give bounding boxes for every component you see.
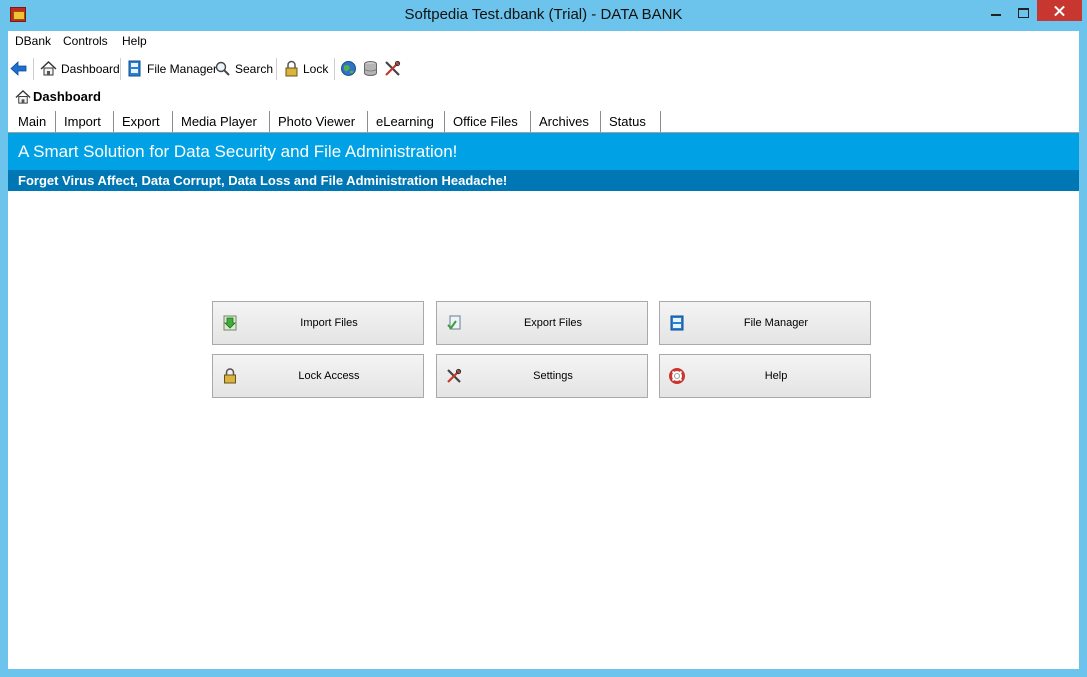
tab-photo-viewer[interactable]: Photo Viewer	[270, 111, 368, 132]
maximize-button[interactable]	[1010, 0, 1036, 22]
import-files-button[interactable]: Import Files	[212, 301, 424, 345]
globe-icon[interactable]	[340, 60, 357, 77]
minimize-button[interactable]	[983, 0, 1009, 22]
back-arrow-icon[interactable]	[10, 60, 27, 77]
help-button[interactable]: Help	[659, 354, 871, 398]
settings-label: Settings	[533, 370, 573, 382]
tab-strip: Main Import Export Media Player Photo Vi…	[8, 111, 1079, 133]
window-title: Softpedia Test.dbank (Trial) - DATA BANK	[404, 6, 683, 23]
home-icon[interactable]	[40, 60, 57, 77]
title-bar[interactable]: Softpedia Test.dbank (Trial) - DATA BANK	[0, 0, 1087, 31]
file-cabinet-icon[interactable]	[126, 60, 143, 77]
toolbar-separator	[120, 58, 121, 80]
banner-headline: A Smart Solution for Data Security and F…	[8, 133, 1079, 170]
toolbar-separator	[276, 58, 277, 80]
toolbar-dashboard-button[interactable]: Dashboard	[61, 61, 120, 77]
database-icon[interactable]	[362, 60, 379, 77]
help-label: Help	[764, 370, 788, 382]
tab-media-player[interactable]: Media Player	[173, 111, 270, 132]
tab-elearning[interactable]: eLearning	[368, 111, 445, 132]
padlock-icon[interactable]	[283, 60, 300, 77]
file-manager-button[interactable]: File Manager	[659, 301, 871, 345]
magnifier-icon[interactable]	[214, 60, 231, 77]
toolbar-file-manager-button[interactable]: File Manager	[147, 61, 217, 77]
dashboard-main: Import Files Export Files File Manager L…	[8, 191, 1079, 669]
toolbar-search-button[interactable]: Search	[235, 61, 273, 77]
menu-help[interactable]: Help	[122, 34, 147, 48]
dashboard-header: Dashboard	[8, 86, 1079, 108]
tab-import[interactable]: Import	[56, 111, 114, 132]
page-title: Dashboard	[33, 89, 101, 104]
application-window: Softpedia Test.dbank (Trial) - DATA BANK…	[0, 0, 1087, 677]
banner-subline: Forget Virus Affect, Data Corrupt, Data …	[8, 170, 1079, 191]
toolbar-separator	[33, 58, 34, 80]
tab-status[interactable]: Status	[601, 111, 661, 132]
lock-access-button[interactable]: Lock Access	[212, 354, 424, 398]
toolbar-separator	[334, 58, 335, 80]
export-files-button[interactable]: Export Files	[436, 301, 648, 345]
tab-export[interactable]: Export	[114, 111, 173, 132]
menu-dbank[interactable]: DBank	[15, 34, 51, 48]
lock-access-label: Lock Access	[298, 370, 360, 382]
export-files-label: Export Files	[523, 317, 583, 329]
tab-office-files[interactable]: Office Files	[445, 111, 531, 132]
close-button[interactable]	[1037, 0, 1082, 21]
settings-button[interactable]: Settings	[436, 354, 648, 398]
menu-controls[interactable]: Controls	[63, 34, 108, 48]
import-files-label: Import Files	[300, 317, 358, 329]
menu-bar: DBank Controls Help	[8, 31, 1079, 51]
tab-main[interactable]: Main	[8, 111, 56, 132]
tab-archives[interactable]: Archives	[531, 111, 601, 132]
banner-subline-text: Forget Virus Affect, Data Corrupt, Data …	[18, 173, 508, 188]
file-manager-label: File Manager	[743, 317, 809, 329]
tools-icon[interactable]	[384, 60, 401, 77]
banner-headline-text: A Smart Solution for Data Security and F…	[18, 142, 458, 161]
toolbar: Dashboard File Manager Search Lock	[8, 53, 1079, 83]
home-icon	[15, 89, 31, 104]
client-area: DBank Controls Help Dashboard File Manag…	[8, 31, 1079, 669]
toolbar-lock-button[interactable]: Lock	[303, 61, 328, 77]
